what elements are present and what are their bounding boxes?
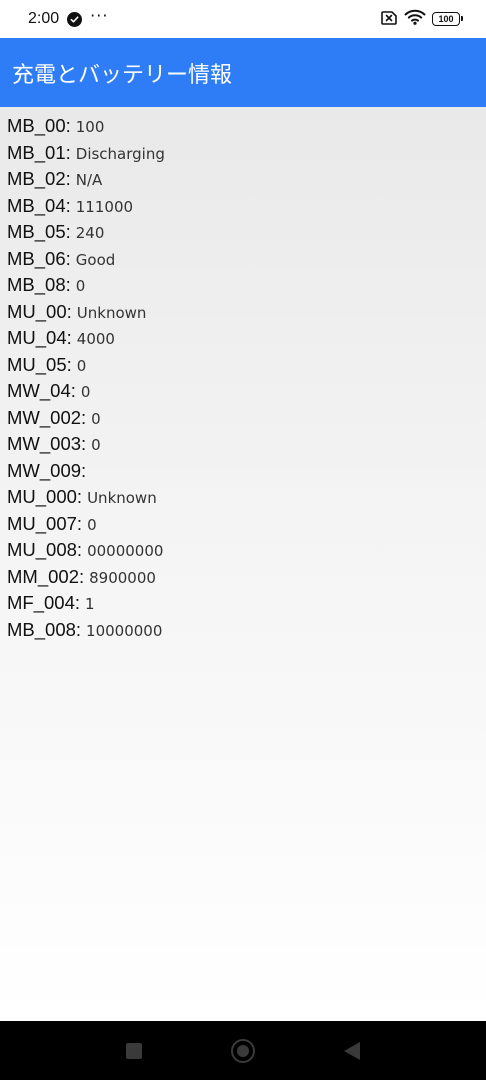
back-button[interactable] bbox=[332, 1031, 372, 1071]
info-key: MU_000: bbox=[7, 486, 83, 507]
status-left-group: 2:00 ··· bbox=[28, 6, 109, 28]
info-key: MM_002: bbox=[7, 565, 85, 587]
info-key: MW_009: bbox=[7, 459, 87, 481]
info-key: MB_008: bbox=[7, 618, 82, 640]
check-circle-icon bbox=[67, 11, 83, 27]
info-key: MW_003: bbox=[7, 433, 87, 454]
info-row-mw-002: MW_002: 0 bbox=[7, 407, 486, 434]
info-value: 0 bbox=[75, 277, 86, 295]
info-key: MB_06: bbox=[7, 247, 71, 269]
battery-icon: 100 bbox=[432, 12, 463, 26]
wifi-icon bbox=[404, 9, 426, 29]
info-value: 4000 bbox=[76, 330, 115, 348]
info-key: MB_00: bbox=[7, 115, 71, 136]
info-row-mb-00: MB_00: 100 bbox=[7, 115, 486, 142]
info-row-mm-002: MM_002: 8900000 bbox=[7, 566, 486, 593]
info-row-mb-08: MB_08: 0 bbox=[7, 274, 486, 301]
info-row-mb-01: MB_01: Discharging bbox=[7, 142, 486, 169]
info-value: 0 bbox=[91, 409, 101, 428]
no-sim-icon bbox=[380, 10, 398, 29]
status-right-group: 100 bbox=[380, 9, 463, 29]
info-row-mw-04: MW_04: 0 bbox=[7, 380, 486, 407]
info-row-mu-05: MU_05: 0 bbox=[7, 354, 486, 381]
battery-info-list: MB_00: 100 MB_01: Discharging MB_02: N/A MB… bbox=[0, 107, 486, 1021]
info-row-mu-000: MU_000: Unknown bbox=[7, 486, 486, 513]
info-value: 240 bbox=[75, 224, 105, 242]
info-value: 10000000 bbox=[86, 621, 163, 640]
info-value: 100 bbox=[75, 118, 105, 136]
status-time: 2:00 bbox=[28, 10, 60, 27]
app-bar: 充電とバッテリー情報 bbox=[0, 38, 486, 107]
info-key: MB_05: bbox=[7, 221, 71, 242]
info-key: MU_04: bbox=[7, 327, 72, 348]
info-key: MU_00: bbox=[7, 300, 72, 322]
info-row-mb-02: MB_02: N/A bbox=[7, 168, 486, 195]
recents-button[interactable] bbox=[114, 1031, 154, 1071]
info-key: MB_08: bbox=[7, 274, 71, 295]
info-key: MW_04: bbox=[7, 380, 76, 401]
info-key: MB_01: bbox=[7, 141, 71, 163]
status-bar: 2:00 ··· 100 bbox=[0, 0, 486, 38]
info-row-mb-04: MB_04: 111000 bbox=[7, 195, 486, 222]
info-value: 0 bbox=[80, 383, 91, 401]
home-button[interactable] bbox=[223, 1031, 263, 1071]
info-value: N/A bbox=[75, 171, 103, 189]
navigation-bar bbox=[0, 1021, 486, 1080]
info-row-mu-008: MU_008: 00000000 bbox=[7, 539, 486, 566]
info-key: MW_002: bbox=[7, 406, 87, 428]
info-key: MU_008: bbox=[7, 539, 83, 560]
info-row-mw-003: MW_003: 0 bbox=[7, 433, 486, 460]
info-value: Unknown bbox=[76, 303, 147, 322]
info-key: MF_004: bbox=[7, 592, 81, 613]
info-row-mu-007: MU_007: 0 bbox=[7, 513, 486, 540]
info-value: 0 bbox=[87, 515, 97, 534]
info-value: Discharging bbox=[75, 144, 165, 163]
info-key: MB_04: bbox=[7, 194, 71, 216]
info-value: 1 bbox=[85, 595, 95, 613]
info-value: Unknown bbox=[87, 489, 157, 507]
info-row-mb-06: MB_06: Good bbox=[7, 248, 486, 275]
info-key: MU_007: bbox=[7, 512, 83, 534]
info-row-mu-04: MU_04: 4000 bbox=[7, 327, 486, 354]
more-dots-icon: ··· bbox=[90, 6, 109, 25]
info-value: 8900000 bbox=[89, 568, 156, 587]
info-value: 111000 bbox=[75, 197, 134, 216]
info-row-mu-00: MU_00: Unknown bbox=[7, 301, 486, 328]
battery-level: 100 bbox=[438, 14, 454, 24]
recents-square-icon bbox=[126, 1042, 143, 1059]
info-value: 0 bbox=[76, 356, 87, 375]
info-value: 00000000 bbox=[87, 542, 164, 560]
info-value: 0 bbox=[91, 436, 101, 454]
home-circle-icon bbox=[230, 1038, 255, 1063]
info-key: MU_05: bbox=[7, 353, 72, 375]
back-triangle-icon bbox=[343, 1041, 360, 1060]
info-value: Good bbox=[75, 250, 116, 269]
info-row-mb-008: MB_008: 10000000 bbox=[7, 619, 486, 646]
page-title: 充電とバッテリー情報 bbox=[12, 62, 233, 88]
info-row-mw-009: MW_009: bbox=[7, 460, 486, 487]
info-row-mf-004: MF_004: 1 bbox=[7, 592, 486, 619]
info-row-mb-05: MB_05: 240 bbox=[7, 221, 486, 248]
info-key: MB_02: bbox=[7, 168, 71, 189]
